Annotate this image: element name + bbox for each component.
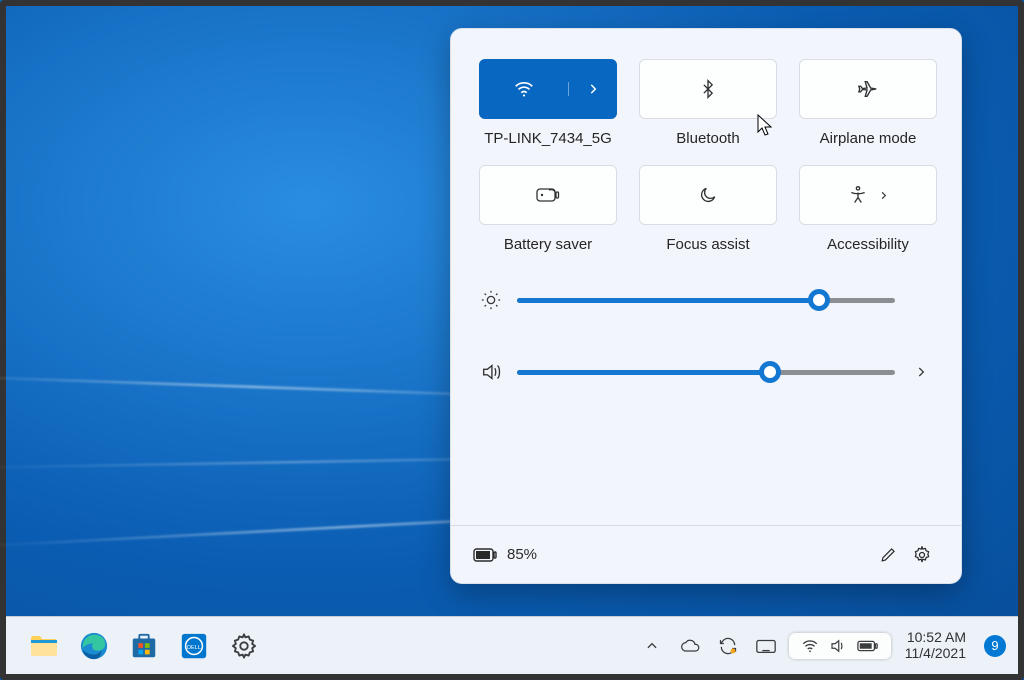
edge-browser-button[interactable] [72,624,116,668]
bluetooth-icon [698,79,718,99]
notification-count: 9 [991,638,998,653]
microsoft-store-button[interactable] [122,624,166,668]
battery-saver-label: Battery saver [504,236,592,253]
onedrive-button[interactable] [675,629,705,663]
all-settings-button[interactable] [905,538,939,572]
volume-icon [829,637,847,655]
wifi-label: TP-LINK_7434_5G [484,130,612,147]
brightness-slider[interactable] [517,290,895,310]
airplane-mode-label: Airplane mode [820,130,917,147]
accessibility-tile[interactable] [799,165,937,225]
bluetooth-label: Bluetooth [676,130,739,147]
battery-icon [857,639,879,653]
battery-saver-tile[interactable] [479,165,617,225]
chevron-right-icon [586,82,600,96]
brightness-row [479,289,933,311]
battery-icon [473,547,497,563]
chevron-right-icon [878,190,889,201]
chevron-up-icon [645,639,659,653]
keyboard-icon [755,635,777,657]
wifi-toggle[interactable] [480,78,568,100]
gear-icon [230,632,258,660]
volume-thumb [759,361,781,383]
quick-settings-tiles: TP-LINK_7434_5G Bluetooth Airplane mode [479,59,933,253]
quick-settings-panel: TP-LINK_7434_5G Bluetooth Airplane mode [450,28,962,584]
moon-icon [698,185,718,205]
cloud-icon [680,636,700,656]
quick-settings-tray-button[interactable] [789,633,891,659]
sliders-section [479,289,933,383]
battery-percent-text: 85% [507,546,537,563]
file-explorer-button[interactable] [22,624,66,668]
folder-icon [28,630,60,662]
clock-time: 10:52 AM [907,630,966,645]
system-tray: 10:52 AM 11/4/2021 9 [637,629,1010,663]
touch-keyboard-button[interactable] [751,629,781,663]
gear-icon [912,545,932,565]
edge-icon [79,631,109,661]
store-icon [129,631,159,661]
quick-settings-footer: 85% [451,525,961,583]
settings-app-button[interactable] [222,624,266,668]
wifi-expand-button[interactable] [568,82,616,96]
volume-output-button[interactable] [909,365,933,379]
wifi-tile[interactable] [479,59,617,119]
notifications-button[interactable]: 9 [984,635,1006,657]
accessibility-icon [848,185,868,205]
sync-icon [718,636,738,656]
clock-button[interactable]: 10:52 AM 11/4/2021 [899,630,972,660]
edit-quick-settings-button[interactable] [871,538,905,572]
focus-assist-tile[interactable] [639,165,777,225]
accessibility-label: Accessibility [827,236,909,253]
volume-icon [479,361,503,383]
battery-saver-icon [536,186,560,204]
volume-row [479,361,933,383]
wifi-icon [513,78,535,100]
brightness-thumb [808,289,830,311]
airplane-mode-tile[interactable] [799,59,937,119]
bluetooth-tile[interactable] [639,59,777,119]
airplane-icon [857,78,879,100]
brightness-fill [517,298,819,303]
pencil-icon [879,545,898,564]
brightness-icon [479,289,503,311]
tray-overflow-button[interactable] [637,629,667,663]
dell-app-button[interactable]: DELL [172,624,216,668]
svg-text:DELL: DELL [187,644,201,650]
dell-icon: DELL [179,631,209,661]
wifi-icon [801,637,819,655]
focus-assist-label: Focus assist [666,236,749,253]
volume-slider[interactable] [517,362,895,382]
volume-fill [517,370,770,375]
clock-date: 11/4/2021 [905,646,966,661]
taskbar: DELL 10:52 AM 11/4/2021 [6,616,1018,674]
windows-update-button[interactable] [713,629,743,663]
